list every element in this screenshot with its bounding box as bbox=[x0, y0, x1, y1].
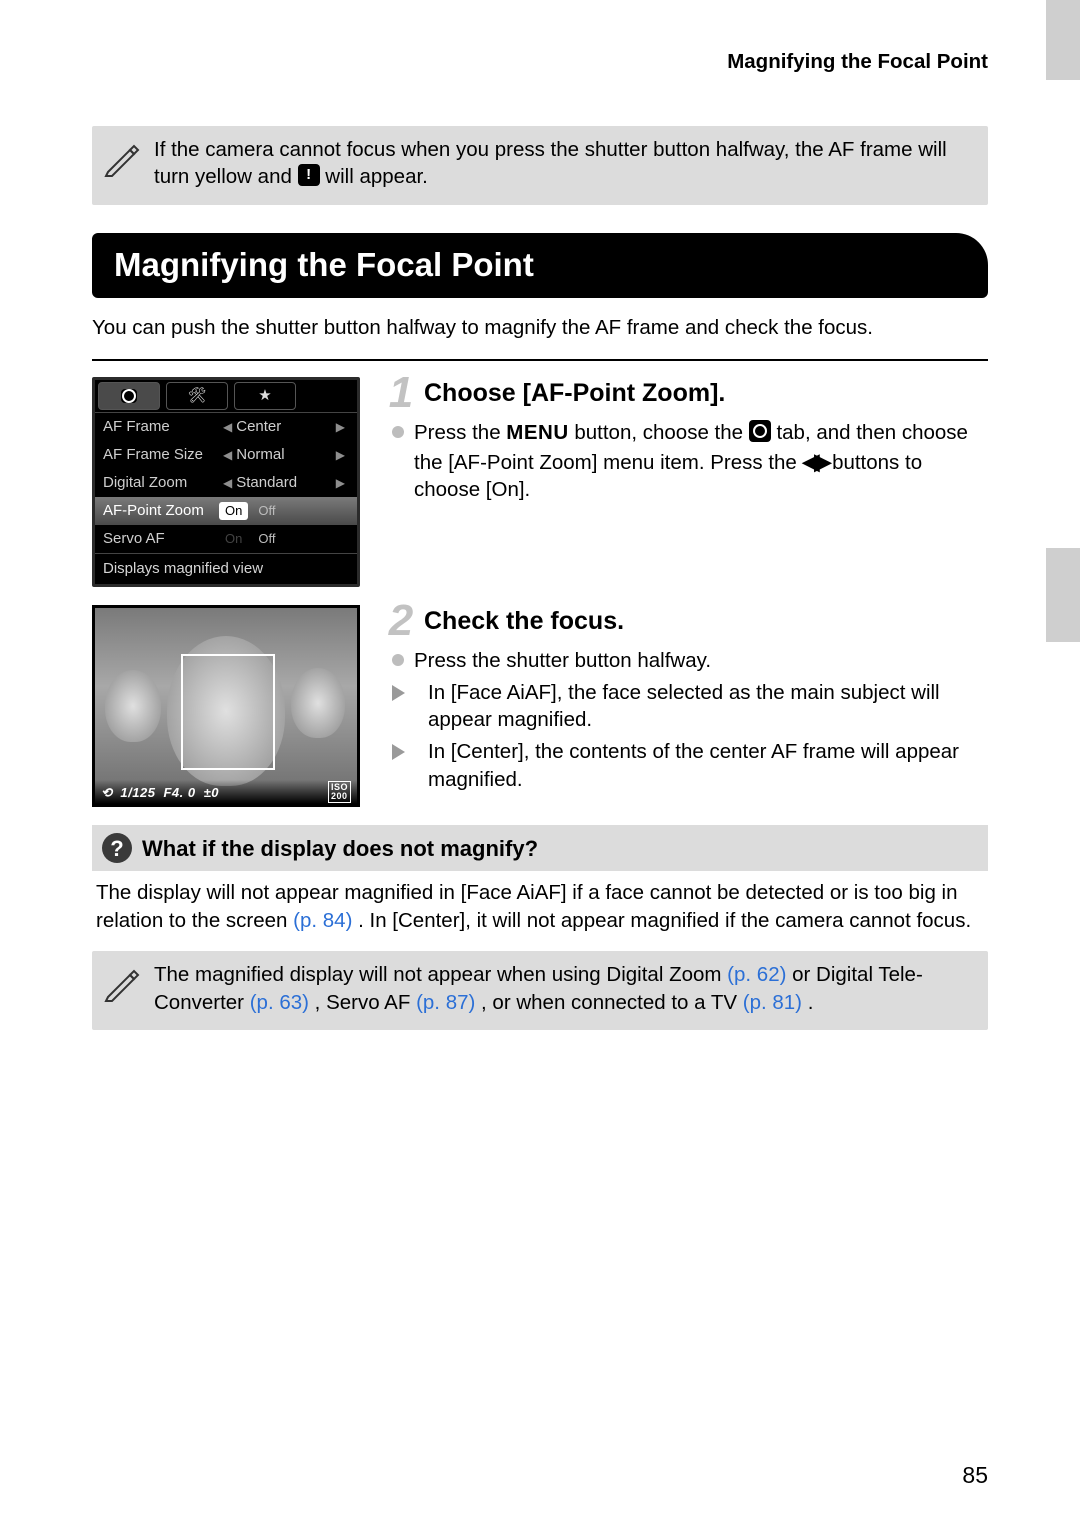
page-ref-link[interactable]: (p. 84) bbox=[293, 909, 352, 932]
aperture: F4. 0 bbox=[163, 784, 195, 802]
pencil-icon bbox=[100, 136, 144, 180]
menu-key: Digital Zoom bbox=[103, 473, 219, 493]
menu-row-digital-zoom: Digital Zoom ◀ Standard ▶ bbox=[95, 469, 357, 497]
menu-row-af-point-zoom: AF-Point Zoom On Off bbox=[95, 497, 357, 525]
toggle-off: Off bbox=[252, 530, 281, 548]
iso-bottom: 200 bbox=[331, 791, 348, 801]
step-2-bullet-2: In [Face AiAF], the face selected as the… bbox=[392, 679, 988, 734]
exposure-comp: ±0 bbox=[204, 784, 219, 802]
note-text: If the camera cannot focus when you pres… bbox=[154, 136, 972, 191]
note-text: The magnified display will not appear wh… bbox=[154, 961, 972, 1016]
result-arrow-icon bbox=[392, 685, 418, 701]
pencil-icon bbox=[100, 961, 144, 1005]
menu-value: Standard bbox=[236, 473, 297, 493]
result-arrow-icon bbox=[392, 744, 418, 760]
step-1-bullet: Press the MENU button, choose the tab, a… bbox=[392, 419, 988, 504]
menu-tab-star: ★ bbox=[234, 382, 296, 410]
menu-row-af-frame: AF Frame ◀ Center ▶ bbox=[95, 413, 357, 441]
menu-tab-tools: 🛠 bbox=[166, 382, 228, 410]
question-body: The display will not appear magnified in… bbox=[92, 879, 988, 950]
menu-row-servo-af: Servo AF On Off bbox=[95, 525, 357, 553]
t: In [Face AiAF], the face selected as the… bbox=[428, 679, 988, 734]
menu-key: AF Frame Size bbox=[103, 445, 219, 465]
chevron-right-icon: ▶ bbox=[336, 447, 345, 463]
menu-tab-shoot bbox=[98, 382, 160, 410]
step-number: 2 bbox=[384, 601, 418, 641]
section-title: Magnifying the Focal Point bbox=[92, 233, 988, 298]
menu-key: AF-Point Zoom bbox=[103, 501, 219, 521]
shutter-speed: 1/125 bbox=[120, 784, 155, 802]
note-magnify-exceptions: The magnified display will not appear wh… bbox=[92, 951, 988, 1030]
question-head: ? What if the display does not magnify? bbox=[92, 825, 988, 871]
manual-page: Magnifying the Focal Point If the camera… bbox=[0, 0, 1080, 1521]
page-number: 85 bbox=[962, 1460, 988, 1491]
bullet-dot-icon bbox=[392, 426, 404, 438]
note-text-a: If the camera cannot focus when you pres… bbox=[154, 138, 947, 189]
section-intro: You can push the shutter button halfway … bbox=[92, 314, 988, 342]
step-title: Choose [AF-Point Zoom]. bbox=[424, 377, 725, 411]
question-block: ? What if the display does not magnify? … bbox=[92, 825, 988, 950]
note-text-b: will appear. bbox=[325, 165, 428, 188]
chevron-right-icon: ▶ bbox=[336, 419, 345, 435]
page-ref-link[interactable]: (p. 81) bbox=[743, 991, 802, 1014]
menu-value: Normal bbox=[236, 445, 284, 465]
menu-mock: 🛠 ★ AF Frame ◀ Center ▶ AF Frame Size ◀ … bbox=[92, 377, 360, 587]
review-icon: ⟲ bbox=[101, 784, 112, 802]
face-right bbox=[291, 668, 345, 738]
step-1-text: 1 Choose [AF-Point Zoom]. Press the MENU… bbox=[384, 377, 988, 587]
face-left bbox=[105, 670, 161, 742]
step-1: 🛠 ★ AF Frame ◀ Center ▶ AF Frame Size ◀ … bbox=[92, 377, 988, 587]
t: In [Center], the contents of the center … bbox=[428, 738, 988, 793]
af-frame-box bbox=[181, 654, 275, 770]
t: . bbox=[808, 991, 814, 1014]
step-title: Check the focus. bbox=[424, 605, 624, 639]
question-title: What if the display does not magnify? bbox=[142, 834, 538, 864]
step-2-bullet-3: In [Center], the contents of the center … bbox=[392, 738, 988, 793]
step-number: 1 bbox=[384, 373, 418, 413]
thumb-tab-mid bbox=[1046, 548, 1080, 642]
toggle-off: Off bbox=[252, 502, 281, 520]
page-ref-link[interactable]: (p. 87) bbox=[416, 991, 475, 1014]
chevron-left-icon: ◀ bbox=[223, 475, 232, 491]
step-2-bullet-1: Press the shutter button halfway. bbox=[392, 647, 988, 675]
toggle-on: On bbox=[219, 502, 248, 520]
page-ref-link[interactable]: (p. 63) bbox=[250, 991, 309, 1014]
t: . In [Center], it will not appear magnif… bbox=[358, 909, 971, 932]
bullet-dot-icon bbox=[392, 654, 404, 666]
photo-mock: ⟲ 1/125 F4. 0 ±0 ISO 200 bbox=[92, 605, 360, 807]
step-2: ⟲ 1/125 F4. 0 ±0 ISO 200 2 Check the foc… bbox=[92, 605, 988, 807]
menu-footer-hint: Displays magnified view bbox=[95, 553, 357, 584]
toggle-on: On bbox=[219, 530, 248, 548]
step-2-text: 2 Check the focus. Press the shutter but… bbox=[384, 605, 988, 807]
alert-icon bbox=[298, 164, 320, 186]
thumb-tab-top bbox=[1046, 0, 1080, 80]
camera-icon bbox=[749, 420, 771, 442]
menu-value: Center bbox=[236, 417, 281, 437]
menu-row-af-frame-size: AF Frame Size ◀ Normal ▶ bbox=[95, 441, 357, 469]
note-focus-warning: If the camera cannot focus when you pres… bbox=[92, 126, 988, 205]
separator bbox=[92, 359, 988, 361]
menu-tabs: 🛠 ★ bbox=[95, 380, 357, 413]
chevron-left-icon: ◀ bbox=[223, 419, 232, 435]
menu-button-label: MENU bbox=[506, 421, 568, 444]
t: The magnified display will not appear wh… bbox=[154, 963, 727, 986]
iso-badge: ISO 200 bbox=[328, 781, 351, 803]
chevron-left-icon: ◀ bbox=[223, 447, 232, 463]
t: button, choose the bbox=[574, 421, 748, 444]
t: , Servo AF bbox=[315, 991, 416, 1014]
left-right-arrows-icon: ◀▶ bbox=[803, 449, 827, 474]
camera-menu-screenshot: 🛠 ★ AF Frame ◀ Center ▶ AF Frame Size ◀ … bbox=[92, 377, 360, 587]
camera-preview-screenshot: ⟲ 1/125 F4. 0 ±0 ISO 200 bbox=[92, 605, 360, 807]
page-ref-link[interactable]: (p. 62) bbox=[727, 963, 786, 986]
t: Press the shutter button halfway. bbox=[414, 647, 988, 675]
t: , or when connected to a TV bbox=[481, 991, 743, 1014]
photo-status-bar: ⟲ 1/125 F4. 0 ±0 ISO 200 bbox=[95, 780, 357, 804]
question-mark-icon: ? bbox=[102, 833, 132, 863]
t: Press the bbox=[414, 421, 506, 444]
chevron-right-icon: ▶ bbox=[336, 475, 345, 491]
running-head: Magnifying the Focal Point bbox=[92, 48, 988, 76]
menu-key: Servo AF bbox=[103, 529, 219, 549]
camera-icon bbox=[121, 389, 137, 403]
menu-key: AF Frame bbox=[103, 417, 219, 437]
